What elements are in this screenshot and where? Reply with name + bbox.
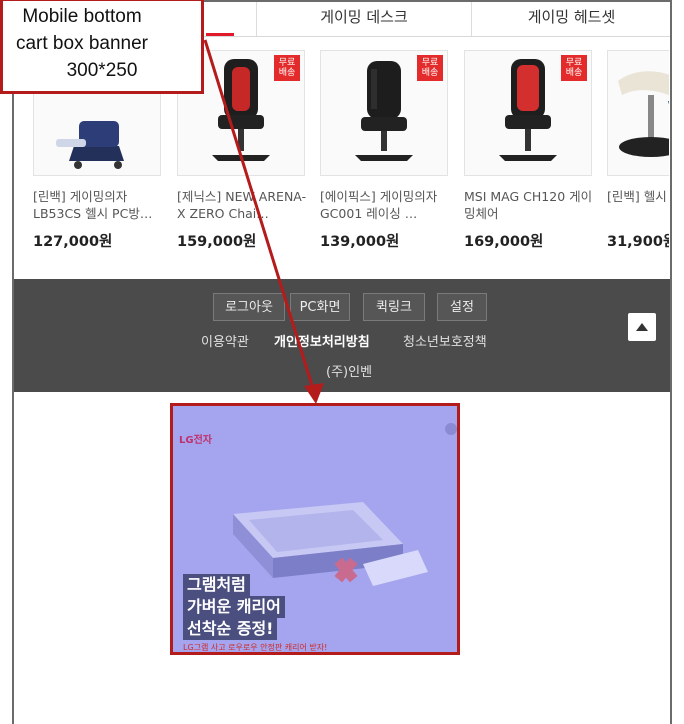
pc-view-button[interactable]: PC화면 [290, 293, 350, 321]
tab-gaming-desk[interactable]: 게이밍 데스크 [256, 2, 471, 36]
scroll-to-top-button[interactable] [628, 313, 656, 341]
window-border-right [670, 0, 672, 724]
product-image[interactable]: 무료 배송 [320, 50, 448, 176]
logout-button[interactable]: 로그아웃 [213, 293, 285, 321]
ad-footnote: LG그램 사고 로우로우 안정판 캐리어 받자! [183, 643, 328, 652]
arrow-up-icon [636, 323, 648, 331]
ad-info-icon[interactable] [445, 423, 457, 435]
tab-gaming-headset[interactable]: 게이밍 헤드셋 [471, 2, 671, 36]
ad-headline-line1: 그램처럼 [183, 574, 250, 596]
free-shipping-badge: 무료 배송 [417, 55, 443, 81]
company-name: (주)인벤 [326, 365, 373, 380]
privacy-policy-link[interactable]: 개인정보처리방침 [274, 331, 370, 350]
free-shipping-badge: 무료 배송 [561, 55, 587, 81]
free-shipping-badge: 무료 배송 [274, 55, 300, 81]
terms-link[interactable]: 이용약관 [201, 331, 249, 350]
product-price: 169,000원 [464, 234, 544, 250]
annotation-line-1: Mobile bottom [22, 6, 142, 27]
active-tab-indicator [206, 33, 234, 36]
product-card[interactable]: [린백] 헬시 5CS 보조의 31,900원 [607, 50, 669, 250]
product-name[interactable]: [제닉스] NEW ARENA-X ZERO Chai… [177, 188, 307, 222]
product-name[interactable]: [에이픽스] 게이밍의자 GC001 레이싱 … [320, 188, 450, 222]
annotation-line-2: cart box banner [15, 33, 149, 54]
annotation-callout: Mobile bottom cart box banner 300*250 [0, 0, 204, 94]
ad-headline-line2: 가벼운 캐리어 [183, 596, 285, 618]
product-price: 139,000원 [320, 234, 400, 250]
product-price: 159,000원 [177, 234, 257, 250]
annotation-line-3: 300*250 [66, 60, 138, 81]
product-name[interactable]: [린백] 헬시 5CS 보조의 [607, 188, 669, 222]
product-price: 127,000원 [33, 234, 113, 250]
tab-active[interactable] [220, 2, 248, 36]
youth-policy-link[interactable]: 청소년보호정책 [403, 331, 487, 350]
product-name[interactable]: MSI MAG CH120 게이밍체어 [464, 188, 594, 222]
lg-brand-logo: LG전자 [179, 435, 212, 446]
ad-banner[interactable]: LG전자 그램처럼 가벼운 캐리어 선착순 증정! LG그램 사고 로우로우 안… [170, 403, 460, 655]
ad-headline-line3: 선착순 증정! [183, 618, 278, 640]
product-name[interactable]: [린백] 게이밍의자 LB53CS 헬시 PC방… [33, 188, 163, 222]
product-image[interactable] [607, 50, 669, 176]
settings-button[interactable]: 설정 [437, 293, 487, 321]
product-price: 31,900원 [607, 234, 669, 250]
site-footer: 로그아웃 PC화면 퀵링크 설정 이용약관 개인정보처리방침 청소년보호정책 (… [14, 279, 670, 392]
quicklink-button[interactable]: 퀵링크 [363, 293, 425, 321]
product-image[interactable]: 무료 배송 [464, 50, 592, 176]
